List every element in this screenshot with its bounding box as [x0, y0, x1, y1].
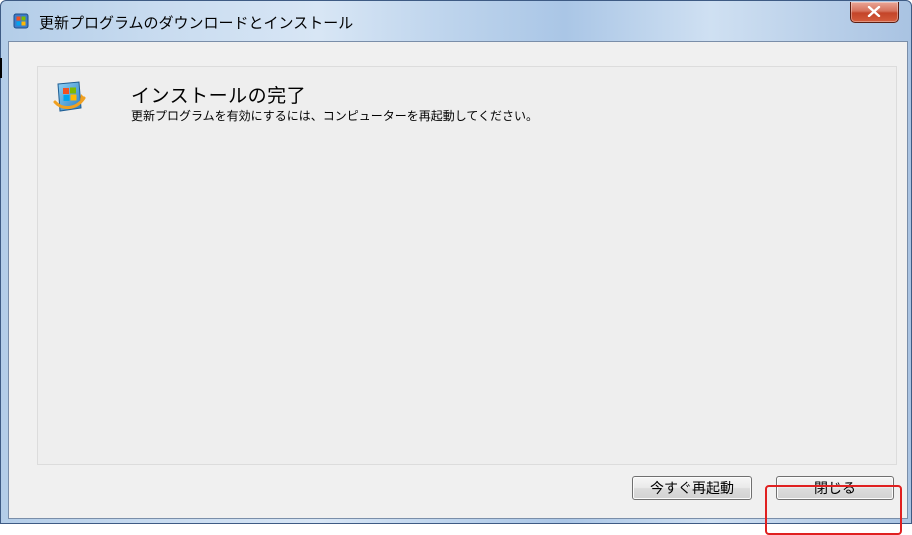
windows-update-icon: [13, 13, 29, 29]
content-panel: インストールの完了 更新プログラムを有効にするには、コンピューターを再起動してく…: [37, 66, 897, 465]
window-edge-mark: [0, 58, 2, 78]
dialog-window: 更新プログラムのダウンロードとインストール インストールの完了 更新プログラムを…: [0, 0, 912, 524]
title-bar[interactable]: 更新プログラムのダウンロードとインストール: [1, 1, 911, 41]
restart-now-button[interactable]: 今すぐ再起動: [632, 476, 752, 500]
close-icon: [867, 6, 881, 17]
windows-update-icon: [52, 80, 86, 114]
window-title: 更新プログラムのダウンロードとインストール: [39, 14, 354, 32]
page-title: インストールの完了: [131, 85, 307, 107]
annotation-highlight-box: [765, 485, 902, 535]
status-message: 更新プログラムを有効にするには、コンピューターを再起動してください。: [131, 109, 539, 123]
dialog-client-area: インストールの完了 更新プログラムを有効にするには、コンピューターを再起動してく…: [8, 41, 908, 519]
window-close-button[interactable]: [850, 2, 899, 23]
